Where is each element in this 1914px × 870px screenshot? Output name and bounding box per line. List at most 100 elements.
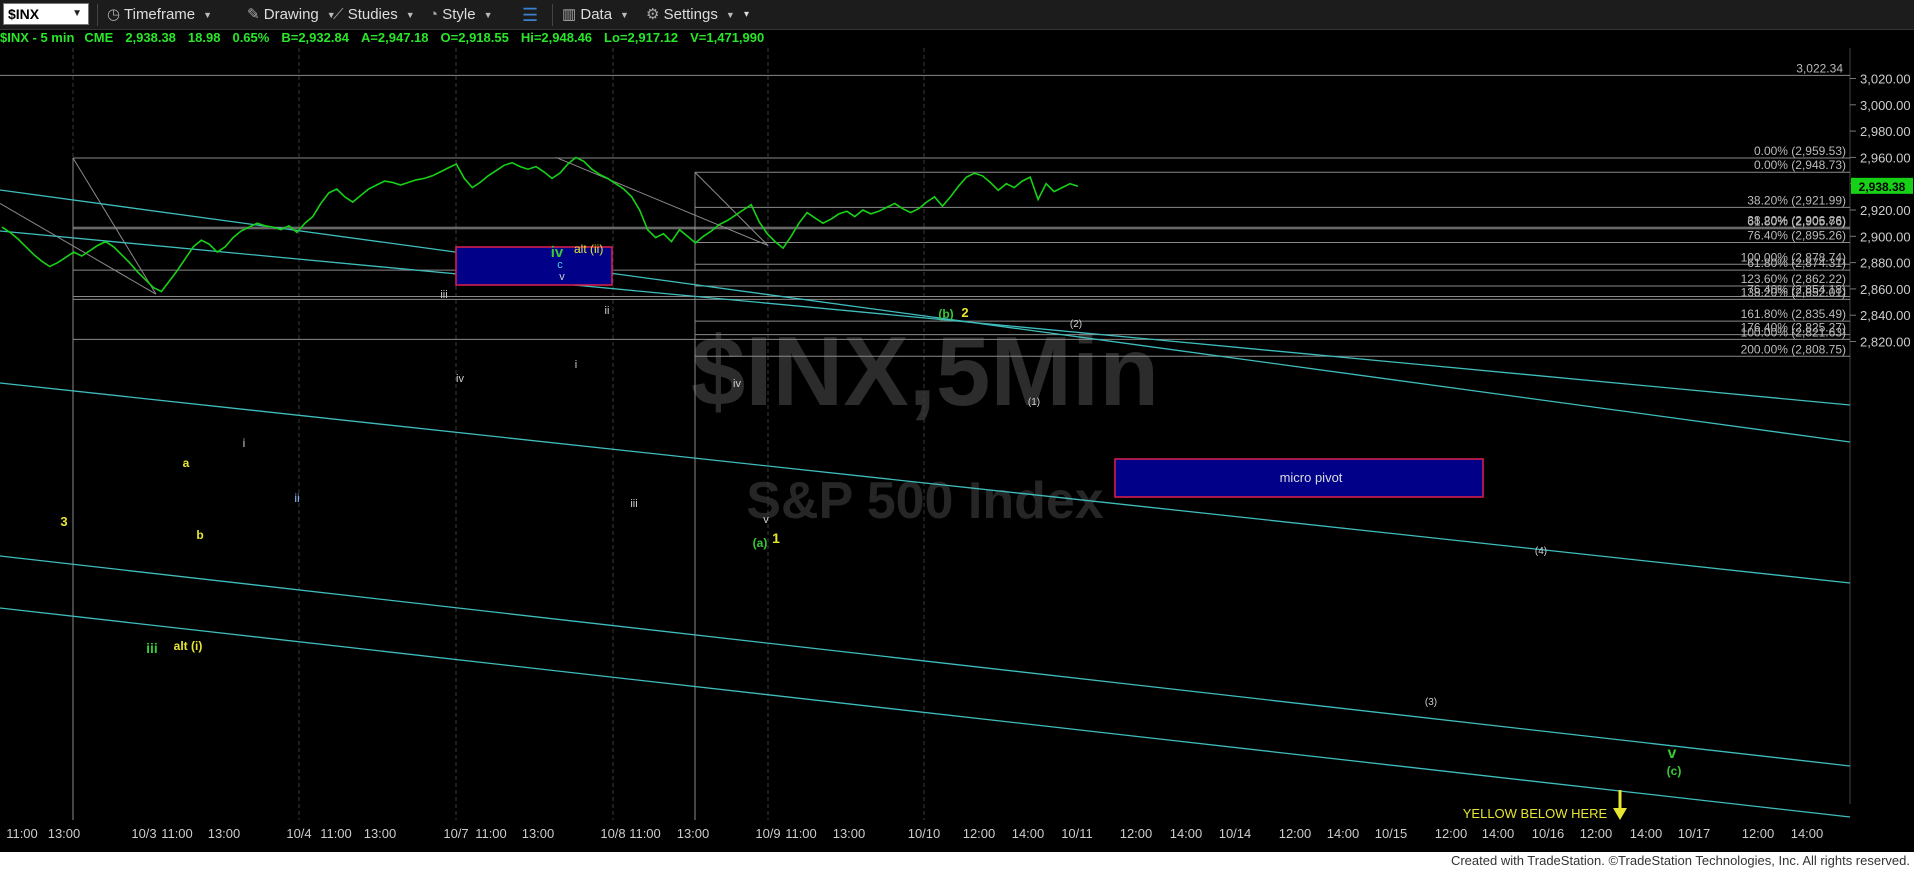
y-tick-label: 2,820.00 [1860,335,1911,350]
x-tick-label: 11:00 [6,826,38,841]
y-tick-label: 2,880.00 [1860,256,1911,271]
wave-label: iv [733,378,741,390]
fib-trend-line [0,202,157,295]
quote-low: Lo=2,917.12 [604,30,679,45]
y-tick-label: 2,920.00 [1860,203,1911,218]
toolbar-overflow-icon[interactable]: ▾ [744,4,749,26]
gear-icon: ⚙ [646,6,660,23]
settings-button[interactable]: ⚙ Settings ▼ [646,4,735,26]
quote-ask: A=2,947.18 [360,30,429,45]
fib-level-label: 0.00% (2,948.73) [1754,158,1846,172]
x-tick-label: 10/17 [1678,826,1711,841]
chevron-down-icon: ▼ [483,10,493,21]
timeframe-button[interactable]: ◷ Timeframe ▼ [107,4,212,26]
x-tick-label: 13:00 [364,826,397,841]
layout-button[interactable]: ☰ [522,4,538,26]
x-tick-label: 12:00 [1580,826,1613,841]
price-chart[interactable]: $INX,5Min S&P 500 Index 3,020.00 3,000.00 2,… [0,48,1914,852]
x-tick-label: 12:00 [1120,826,1153,841]
quote-bid: B=2,932.84 [281,30,349,45]
wave-label: (2) [1070,319,1082,330]
layout-icon: ☰ [522,5,539,25]
wave-label: ii [605,305,610,317]
alt-ii-label: alt (ii) [574,242,603,256]
y-tick-label: 3,020.00 [1860,72,1911,87]
fib-level-label: 200.00% (2,808.75) [1741,342,1846,356]
high-level-label: 3,022.34 [1796,61,1843,75]
watermark-symbol: $INX,5Min [691,316,1159,426]
fib-level-label: 61.80% (2,905.76) [1747,215,1846,229]
bar-chart-icon: ▥ [562,6,577,23]
fib-level-label: 161.80% (2,835.49) [1741,307,1846,321]
x-tick-label: 11:00 [785,826,817,841]
fib-trend-line [72,157,157,295]
x-tick-label: 14:00 [1327,826,1360,841]
wave-label: iv [456,373,464,385]
x-tick-label: 11:00 [161,826,193,841]
fib-trend-line [555,156,769,246]
x-tick-label: 14:00 [1170,826,1203,841]
arrow-down-icon [1613,808,1627,820]
x-tick-label: 10/3 [131,826,156,841]
quote-exchange: CME [84,30,114,45]
x-tick-label: 12:00 [1435,826,1468,841]
x-tick-label: 14:00 [1630,826,1663,841]
wave-label: i [575,359,577,371]
symbol-text: $INX [8,6,40,22]
footer-bar: Created with TradeStation. ©TradeStation… [0,852,1914,870]
quote-pct: 0.65% [232,30,270,45]
chevron-down-icon: ▼ [203,10,213,21]
style-label: Style [442,6,476,23]
x-tick-label: 13:00 [677,826,710,841]
symbol-dropdown-icon[interactable]: ▼ [72,4,82,24]
wave-label: v [559,271,565,283]
wave-label: c [557,259,563,271]
wave-label: 2 [961,305,968,320]
drawing-button[interactable]: ✎ Drawing ▼ [247,4,336,26]
watermark-name: S&P 500 Index [746,472,1104,530]
x-tick-label: 13:00 [208,826,241,841]
data-label: Data [580,6,613,23]
settings-label: Settings [663,6,718,23]
wave-label: b [196,528,203,542]
x-tick-label: 13:00 [833,826,866,841]
pencil-icon: ✎ [247,6,260,23]
chevron-down-icon: ▼ [725,10,735,21]
x-tick-label: 14:00 [1791,826,1824,841]
x-tick-label: 10/10 [908,826,941,841]
quote-volume: V=1,471,990 [690,30,765,45]
y-tick-label: 2,860.00 [1860,282,1911,297]
x-tick-label: 12:00 [1279,826,1312,841]
studies-label: Studies [347,6,398,23]
x-tick-label: 10/14 [1219,826,1252,841]
wave-label: i [243,436,246,450]
micro-pivot-label: micro pivot [1280,470,1343,485]
last-price-label: 2,938.38 [1859,180,1906,194]
quote-title: $INX - 5 min [0,30,75,45]
channel-line [0,555,1851,767]
wave-label: 3 [60,514,67,529]
chevron-down-icon: ▼ [620,10,629,21]
wave-label: (3) [1425,697,1437,708]
wave-label: alt (i) [174,639,203,653]
x-tick-label: 11:00 [320,826,352,841]
palette-icon: ◔ [429,6,439,23]
x-tick-label: 10/7 [443,826,468,841]
studies-icon: ⟋ [333,6,344,23]
studies-button[interactable]: ⟋ Studies ▼ [333,4,415,26]
symbol-input[interactable]: $INX ▼ [3,3,89,25]
style-button[interactable]: ◔ Style ▼ [429,4,493,26]
wave-label: v [1668,745,1677,762]
chevron-down-icon: ▼ [405,10,415,21]
x-tick-label: 12:00 [1742,826,1775,841]
y-tick-label: 2,960.00 [1860,150,1911,165]
wave-label: a [183,456,190,470]
data-button[interactable]: ▥ Data ▼ [562,4,629,26]
quote-summary: $INX - 5 min CME 2,938.38 18.98 0.65% B=2,932… [0,30,776,48]
fib-level-label: 100.00% (2,821.63) [1741,325,1846,339]
fib-level-label: 38.20% (2,921.99) [1747,193,1846,207]
clock-icon: ◷ [107,6,121,23]
fib-level-label: 138.20% (2,852.01) [1741,285,1846,299]
x-tick-label: 11:00 [475,826,507,841]
wave-label: (4) [1535,546,1547,557]
